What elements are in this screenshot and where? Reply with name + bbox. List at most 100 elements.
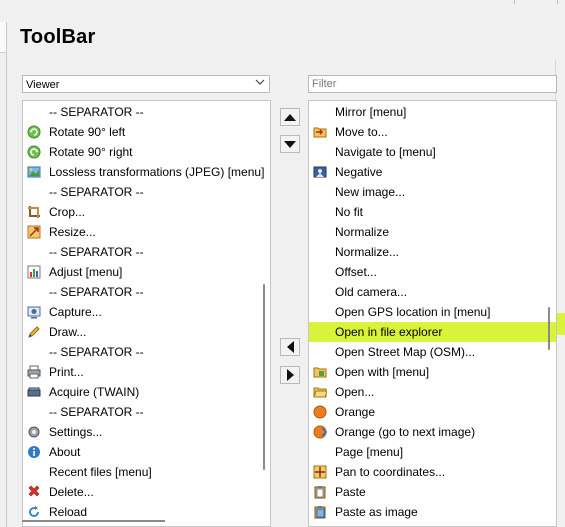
arrow-down-icon — [284, 140, 296, 148]
right-item-label: Normalize... — [335, 245, 400, 259]
left-list-scrollbar[interactable] — [263, 284, 265, 470]
right-list-item[interactable]: Orange — [309, 402, 556, 422]
move-down-button[interactable] — [280, 135, 300, 153]
left-list-horizontal-scrollbar[interactable] — [22, 520, 165, 522]
left-item-label: About — [49, 445, 81, 459]
left-item-label: Resize... — [49, 225, 96, 239]
right-list-item[interactable]: Paste as image — [309, 502, 556, 522]
resize-icon — [27, 225, 41, 239]
paste-image-icon — [313, 505, 327, 519]
left-item-label: Lossless transformations (JPEG) [menu] — [49, 165, 265, 179]
left-item-label: Acquire (TWAIN) — [49, 385, 140, 399]
open-with-icon — [313, 365, 327, 379]
right-item-label: Open... — [335, 385, 375, 399]
delete-icon — [27, 485, 41, 499]
left-item-label: -- SEPARATOR -- — [49, 345, 144, 359]
right-item-label: Paste as image — [335, 505, 418, 519]
left-list-item[interactable]: Print... — [23, 362, 270, 382]
left-list-item[interactable]: Capture... — [23, 302, 270, 322]
right-list-item[interactable]: Open GPS location in [menu] — [309, 302, 556, 322]
category-dropdown-value: Viewer — [26, 79, 60, 91]
right-list-item[interactable]: Pan to coordinates... — [309, 462, 556, 482]
right-list-item[interactable]: Normalize... — [309, 242, 556, 262]
left-list-item[interactable]: Rotate 90° right — [23, 142, 270, 162]
left-list-item[interactable]: Recent files [menu] — [23, 462, 270, 482]
left-item-label: Draw... — [49, 325, 87, 339]
add-to-toolbar-button[interactable] — [280, 338, 300, 356]
rotate-right-icon — [27, 145, 41, 159]
left-list-item[interactable]: Settings... — [23, 422, 270, 442]
right-list-item[interactable]: Open... — [309, 382, 556, 402]
right-list-item[interactable]: Navigate to [menu] — [309, 142, 556, 162]
left-item-label: Crop... — [49, 205, 86, 219]
left-list-item[interactable]: Rotate 90° left — [23, 122, 270, 142]
draw-icon — [27, 325, 41, 339]
left-list-item[interactable]: Crop... — [23, 202, 270, 222]
available-commands-list[interactable]: -- SEPARATOR -- Rotate 90° left Rotate 90°… — [22, 100, 271, 527]
right-item-label: Orange (go to next image) — [335, 425, 476, 439]
about-icon — [27, 445, 41, 459]
right-list-item[interactable]: Open in file explorer — [309, 322, 556, 342]
right-list-item[interactable]: Orange (go to next image) — [309, 422, 556, 442]
left-list-item[interactable]: Adjust [menu] — [23, 262, 270, 282]
divider — [557, 0, 558, 4]
right-list-item[interactable]: Offset... — [309, 262, 556, 282]
right-list-item[interactable]: Old camera... — [309, 282, 556, 302]
right-list-item[interactable]: Open Street Map (OSM)... — [309, 342, 556, 362]
move-up-button[interactable] — [280, 108, 300, 126]
arrow-up-icon — [284, 113, 296, 121]
right-list-item[interactable]: Mirror [menu] — [309, 102, 556, 122]
left-item-label: Rotate 90° right — [49, 145, 133, 159]
move-to-icon — [313, 125, 327, 139]
left-item-label: -- SEPARATOR -- — [49, 245, 144, 259]
rotate-left-icon — [27, 125, 41, 139]
toolbar-commands-list[interactable]: Mirror [menu] Move to... Navigate to [menu… — [308, 100, 557, 527]
left-list-item[interactable]: Delete... — [23, 482, 270, 502]
capture-icon — [27, 305, 41, 319]
left-list-item[interactable]: About — [23, 442, 270, 462]
left-list-item[interactable]: -- SEPARATOR -- — [23, 242, 270, 262]
right-item-label: New image... — [335, 185, 406, 199]
left-list-item[interactable]: Acquire (TWAIN) — [23, 382, 270, 402]
left-list-item[interactable]: -- SEPARATOR -- — [23, 102, 270, 122]
right-list-item[interactable]: New image... — [309, 182, 556, 202]
print-icon — [27, 365, 41, 379]
adjust-icon — [27, 265, 41, 279]
right-item-label: Move to... — [335, 125, 388, 139]
right-list-item[interactable]: Negative — [309, 162, 556, 182]
right-list-scrollbar[interactable] — [548, 307, 550, 350]
right-item-label: Old camera... — [335, 285, 408, 299]
left-list-item[interactable]: -- SEPARATOR -- — [23, 282, 270, 302]
left-list-item[interactable]: -- SEPARATOR -- — [23, 402, 270, 422]
paste-icon — [313, 485, 327, 499]
lossless-transform-icon — [27, 165, 41, 179]
divider — [514, 0, 515, 4]
right-list-item[interactable]: Move to... — [309, 122, 556, 142]
chevron-down-icon — [255, 76, 265, 94]
left-list-item[interactable]: Draw... — [23, 322, 270, 342]
left-list-item[interactable]: Reload — [23, 502, 270, 522]
page-title: ToolBar — [20, 26, 96, 48]
orange-next-icon — [313, 425, 328, 439]
left-item-label: -- SEPARATOR -- — [49, 285, 144, 299]
right-item-label: No fit — [335, 205, 364, 219]
filter-input[interactable] — [312, 78, 542, 90]
filter-box[interactable] — [308, 75, 557, 93]
left-item-label: Delete... — [49, 485, 94, 499]
left-list-item[interactable]: -- SEPARATOR -- — [23, 182, 270, 202]
right-list-item[interactable]: Open with [menu] — [309, 362, 556, 382]
right-list-item[interactable]: No fit — [309, 202, 556, 222]
arrow-right-icon — [286, 369, 294, 381]
category-dropdown[interactable]: Viewer — [22, 75, 270, 93]
right-list-item[interactable]: Page [menu] — [309, 442, 556, 462]
right-item-label: Page [menu] — [335, 445, 404, 459]
settings-icon — [27, 425, 41, 439]
remove-from-toolbar-button[interactable] — [280, 366, 300, 384]
left-list-item[interactable]: Lossless transformations (JPEG) [menu] — [23, 162, 270, 182]
right-list-item[interactable]: Normalize — [309, 222, 556, 242]
left-list-item[interactable]: -- SEPARATOR -- — [23, 342, 270, 362]
right-item-label: Open with [menu] — [335, 365, 430, 379]
right-list-item[interactable]: Paste — [309, 482, 556, 502]
left-item-label: -- SEPARATOR -- — [49, 405, 144, 419]
left-list-item[interactable]: Resize... — [23, 222, 270, 242]
